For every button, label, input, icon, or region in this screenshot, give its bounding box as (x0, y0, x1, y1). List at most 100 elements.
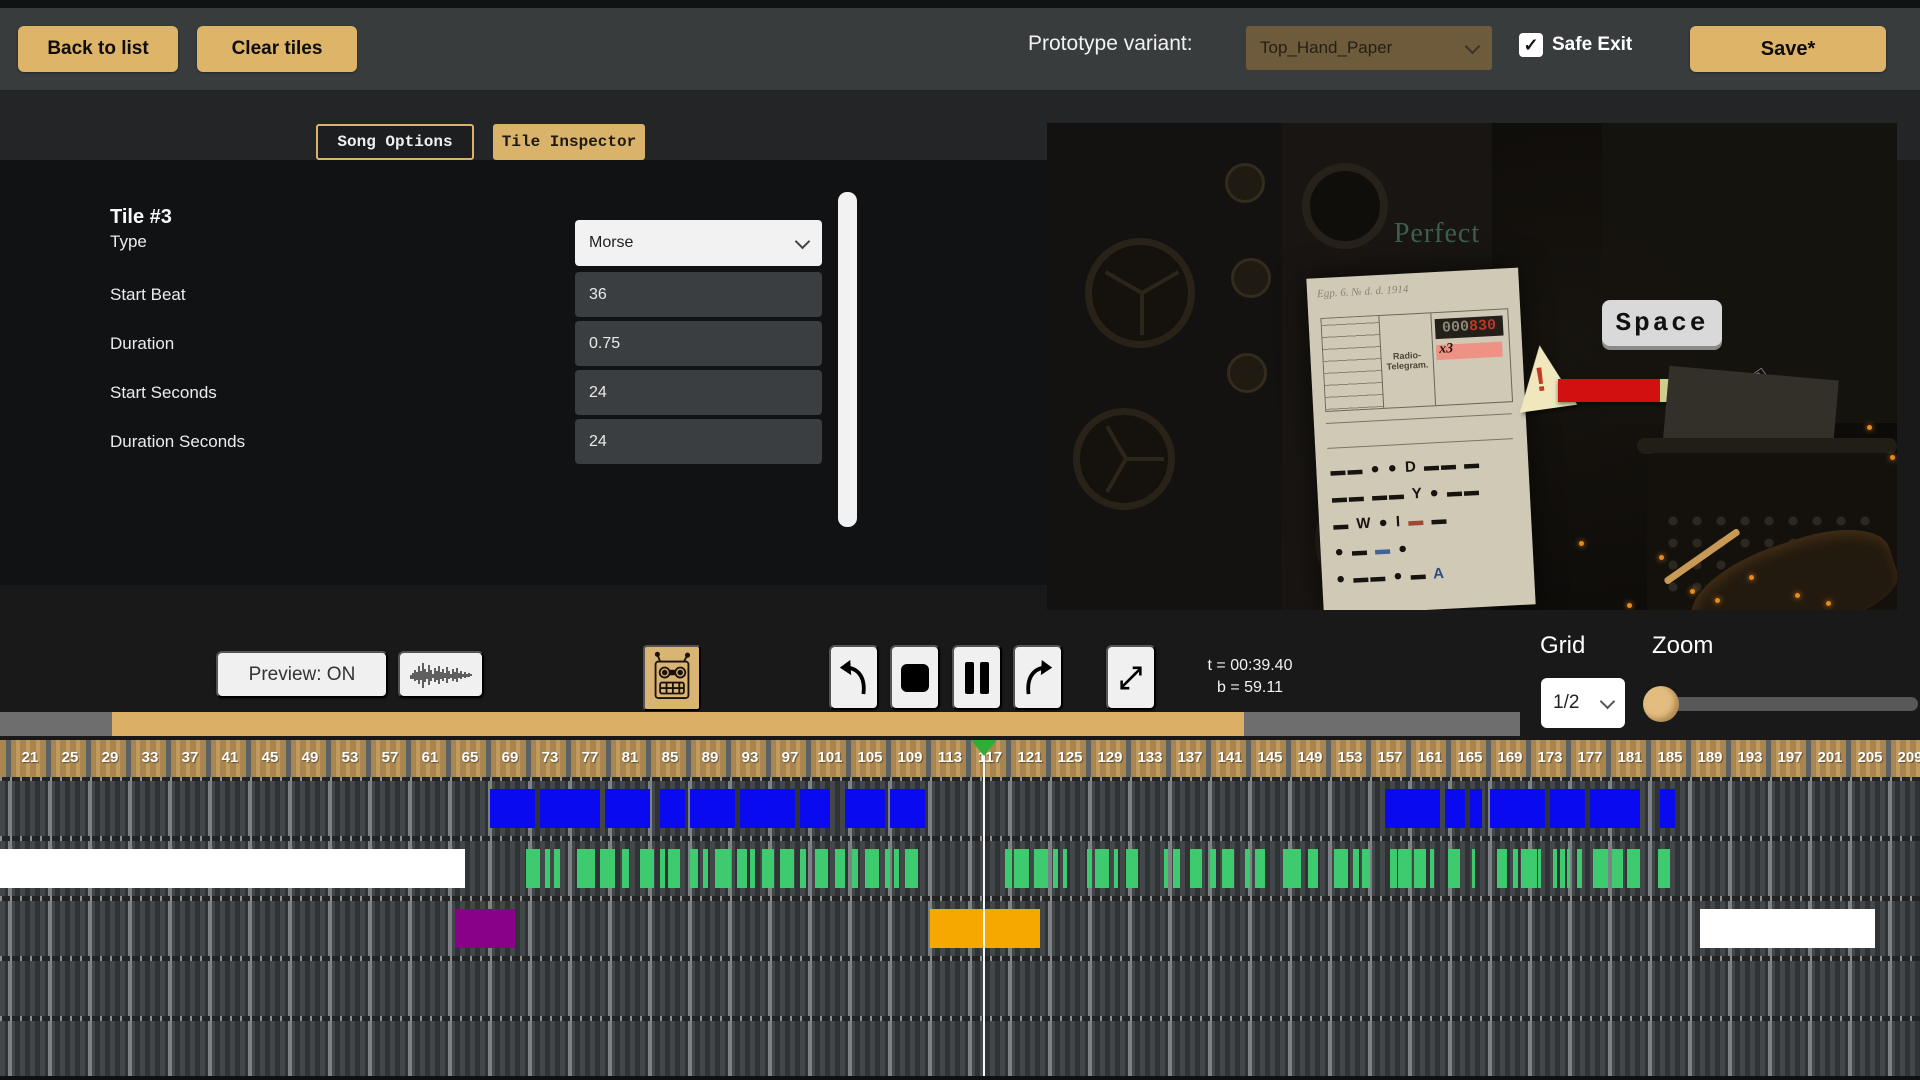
green-tile[interactable] (1538, 849, 1541, 888)
redo-button[interactable] (1013, 645, 1063, 710)
green-tile[interactable] (885, 849, 890, 888)
green-tile[interactable] (526, 849, 540, 888)
green-tile[interactable] (1560, 849, 1565, 888)
green-tile[interactable] (1553, 849, 1557, 888)
green-tile[interactable] (762, 849, 774, 888)
green-tile[interactable] (1126, 849, 1138, 888)
green-tile[interactable] (1005, 849, 1012, 888)
green-tile[interactable] (640, 849, 654, 888)
green-tile[interactable] (545, 849, 550, 888)
blue-tile[interactable] (490, 789, 535, 828)
green-tile[interactable] (1053, 849, 1058, 888)
purple-tile[interactable] (455, 909, 515, 948)
prototype-variant-select[interactable]: Top_Hand_Paper (1246, 26, 1492, 70)
blue-tile[interactable] (800, 789, 830, 828)
green-tile[interactable] (622, 849, 629, 888)
start-beat-input[interactable]: 36 (575, 272, 822, 317)
green-tile[interactable] (1497, 849, 1507, 888)
timeline-scrollbar[interactable] (0, 712, 1520, 736)
green-tile[interactable] (1593, 849, 1608, 888)
green-tile[interactable] (1577, 849, 1582, 888)
green-tile[interactable] (668, 849, 680, 888)
green-tile[interactable] (1353, 849, 1359, 888)
green-tile[interactable] (865, 849, 879, 888)
stop-button[interactable] (890, 645, 940, 710)
green-tile[interactable] (737, 849, 747, 888)
green-tile[interactable] (715, 849, 731, 888)
white-tile[interactable] (0, 849, 465, 888)
green-tile[interactable] (1362, 849, 1370, 888)
blue-tile[interactable] (660, 789, 685, 828)
duration-seconds-input[interactable]: 24 (575, 419, 822, 464)
green-tile[interactable] (703, 849, 708, 888)
timeline-tracks[interactable] (0, 777, 1920, 1076)
track-5[interactable] (0, 1021, 1920, 1076)
blue-tile[interactable] (1550, 789, 1585, 828)
blue-tile[interactable] (890, 789, 925, 828)
undo-button[interactable] (829, 645, 879, 710)
blue-tile[interactable] (1660, 789, 1675, 828)
scrollbar-thumb[interactable] (112, 712, 1244, 736)
green-tile[interactable] (852, 849, 858, 888)
green-tile[interactable] (1173, 849, 1180, 888)
blue-tile[interactable] (540, 789, 600, 828)
green-tile[interactable] (1308, 849, 1318, 888)
green-tile[interactable] (1398, 849, 1411, 888)
green-tile[interactable] (1513, 849, 1518, 888)
blue-tile[interactable] (1470, 789, 1482, 828)
green-tile[interactable] (750, 849, 755, 888)
green-tile[interactable] (1472, 849, 1475, 888)
green-tile[interactable] (690, 849, 698, 888)
green-tile[interactable] (1255, 849, 1265, 888)
green-tile[interactable] (1448, 849, 1460, 888)
blue-tile[interactable] (1490, 789, 1545, 828)
type-select[interactable]: Morse (575, 220, 822, 266)
green-tile[interactable] (815, 849, 828, 888)
green-tile[interactable] (780, 849, 794, 888)
green-tile[interactable] (1164, 849, 1168, 888)
blue-tile[interactable] (1590, 789, 1640, 828)
blue-tile[interactable] (605, 789, 650, 828)
preview-toggle-button[interactable]: Preview: ON (216, 651, 388, 698)
track-4[interactable] (0, 961, 1920, 1016)
green-tile[interactable] (835, 849, 845, 888)
beat-ruler[interactable]: 2125293337414549535761656973778185899397… (0, 740, 1920, 777)
track-1[interactable] (0, 781, 1920, 836)
green-tile[interactable] (554, 849, 560, 888)
safe-exit-checkbox[interactable]: ✓ (1519, 33, 1543, 57)
green-tile[interactable] (1063, 849, 1067, 888)
blue-tile[interactable] (740, 789, 795, 828)
playhead-marker[interactable] (971, 740, 997, 756)
tab-tile-inspector[interactable]: Tile Inspector (493, 124, 645, 160)
green-tile[interactable] (1612, 849, 1623, 888)
save-button[interactable]: Save* (1690, 26, 1886, 72)
green-tile[interactable] (1390, 849, 1397, 888)
green-tile[interactable] (1245, 849, 1250, 888)
green-tile[interactable] (1414, 849, 1426, 888)
green-tile[interactable] (577, 849, 595, 888)
white-tile[interactable] (1700, 909, 1875, 948)
green-tile[interactable] (600, 849, 615, 888)
zoom-slider-track[interactable] (1660, 697, 1918, 711)
expand-fullscreen-button[interactable] (1106, 645, 1156, 710)
green-tile[interactable] (1567, 849, 1570, 888)
green-tile[interactable] (1627, 849, 1640, 888)
blue-tile[interactable] (845, 789, 885, 828)
green-tile[interactable] (1658, 849, 1670, 888)
green-tile[interactable] (800, 849, 806, 888)
panel-scrollbar[interactable] (838, 192, 857, 527)
green-tile[interactable] (1210, 849, 1216, 888)
track-3[interactable] (0, 901, 1920, 956)
clear-tiles-button[interactable]: Clear tiles (197, 26, 357, 72)
green-tile[interactable] (1222, 849, 1234, 888)
track-2[interactable] (0, 841, 1920, 896)
green-tile[interactable] (1430, 849, 1434, 888)
green-tile[interactable] (1114, 849, 1118, 888)
green-tile[interactable] (894, 849, 899, 888)
green-tile[interactable] (1095, 849, 1109, 888)
duration-input[interactable]: 0.75 (575, 321, 822, 366)
scrollbar-track-right[interactable] (1244, 712, 1520, 736)
orange-tile[interactable] (930, 909, 1040, 948)
blue-tile[interactable] (690, 789, 735, 828)
grid-snap-select[interactable]: 1/2 (1541, 678, 1625, 728)
